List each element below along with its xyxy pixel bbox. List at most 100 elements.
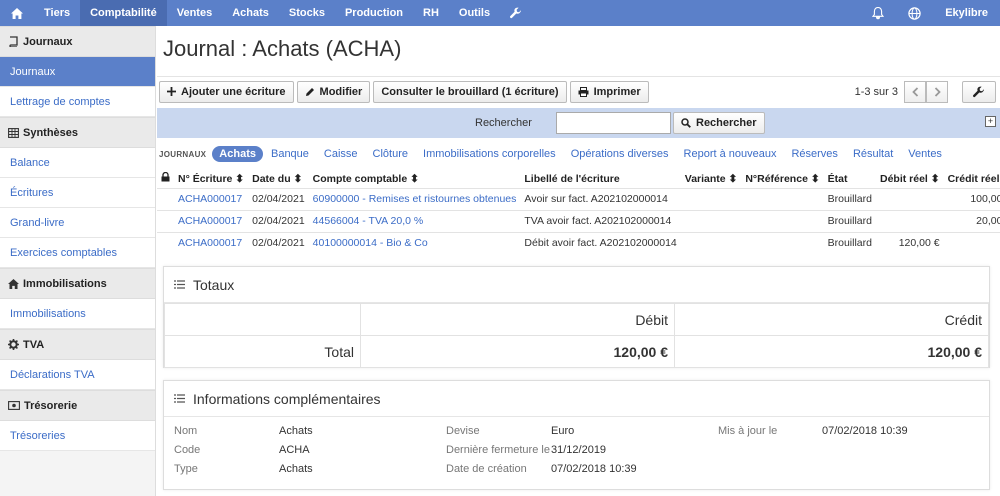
sidebar-item-declarations-tva[interactable]: Déclarations TVA (0, 360, 155, 390)
col-state: État (824, 170, 876, 188)
row-lock-cell (157, 187, 174, 210)
nav-production[interactable]: Production (335, 0, 413, 26)
main-content: Journal : Achats (ACHA) Ajouter une écri… (157, 26, 1000, 496)
info-nom-label: Nom (174, 425, 198, 437)
col-credit[interactable]: Crédit réel ⬍ (944, 170, 1000, 188)
info-panel: Informations complémentaires Nom Achats … (163, 380, 990, 490)
entry-state: Brouillard (823, 231, 876, 254)
col-state-label: État (827, 172, 848, 185)
info-code-label: Code (174, 444, 201, 456)
entry-number-link[interactable]: ACHA000017 (174, 209, 249, 232)
info-devise-value: Euro (551, 425, 575, 437)
col-credit-label: Crédit réel (947, 172, 1000, 185)
chevron-right-icon[interactable] (926, 81, 948, 103)
totals-credit-header: Crédit (674, 303, 989, 336)
nav-outils[interactable]: Outils (449, 0, 500, 26)
entry-state: Brouillard (823, 209, 876, 232)
entry-number-link[interactable]: ACHA000017 (174, 231, 249, 254)
sidebar-item-ecritures[interactable]: Écritures (0, 178, 155, 208)
entry-account-link[interactable]: 60900000 - Remises et ristournes obtenue… (308, 187, 521, 210)
sidebar-section-tresorerie: Trésorerie (0, 390, 155, 421)
home-icon[interactable] (0, 0, 34, 26)
info-maj-label: Mis à jour le (718, 425, 778, 437)
nav-ventes[interactable]: Ventes (167, 0, 222, 26)
entry-debit: 120,00 € (875, 231, 944, 254)
table-row: ACHA000017 02/04/2021 40100000014 - Bio … (157, 231, 1000, 254)
edit-button[interactable]: Modifier (296, 80, 371, 103)
nav-rh[interactable]: RH (413, 0, 449, 26)
nav-achats[interactable]: Achats (222, 0, 279, 26)
tab-reserves[interactable]: Réserves (784, 146, 844, 162)
sidebar-section-immobilisations: Immobilisations (0, 268, 155, 299)
sidebar-item-journaux[interactable]: Journaux (0, 57, 155, 87)
globe-icon[interactable] (896, 0, 933, 26)
sidebar-section-title: Immobilisations (23, 277, 107, 290)
chevron-left-icon[interactable] (904, 81, 926, 103)
sidebar-item-balance[interactable]: Balance (0, 148, 155, 178)
nav-comptabilite[interactable]: Comptabilité (80, 0, 167, 26)
settings-wrench-button[interactable] (962, 81, 996, 103)
col-label: Libellé de l'écriture (520, 170, 680, 188)
wrench-icon[interactable] (500, 0, 532, 26)
col-date[interactable]: Date du ⬍ (248, 170, 309, 188)
entry-account-link[interactable]: 44566004 - TVA 20,0 % (308, 209, 521, 232)
entry-variant (680, 187, 742, 210)
entry-date: 02/04/2021 (248, 209, 309, 232)
entries-table: N° Écriture ⬍ Date du ⬍ Compte comptable… (157, 170, 1000, 254)
gear-icon (8, 339, 19, 350)
tab-report-a-nouveaux[interactable]: Report à nouveaux (677, 146, 784, 162)
add-entry-button[interactable]: Ajouter une écriture (159, 80, 294, 103)
tab-resultat[interactable]: Résultat (846, 146, 900, 162)
plus-icon (167, 87, 176, 96)
search-input[interactable] (556, 112, 671, 134)
sidebar: Journaux Journaux Lettrage de comptes Sy… (0, 26, 156, 496)
search-label: Rechercher (475, 117, 532, 129)
user-menu[interactable]: Ekylibre (933, 0, 1000, 26)
info-devise-label: Devise (446, 425, 480, 437)
pager-count: 1-3 sur 3 (854, 86, 898, 98)
sidebar-section-title: TVA (23, 338, 45, 351)
view-draft-button[interactable]: Consulter le brouillard (1 écriture) (373, 80, 567, 103)
sidebar-item-tresoreries[interactable]: Trésoreries (0, 421, 155, 451)
table-header-row: N° Écriture ⬍ Date du ⬍ Compte comptable… (157, 170, 1000, 188)
search-button[interactable]: Rechercher (673, 112, 765, 134)
tab-cloture[interactable]: Clôture (366, 146, 415, 162)
col-account[interactable]: Compte comptable ⬍ (309, 170, 521, 188)
entry-account-link[interactable]: 40100000014 - Bio & Co (308, 231, 521, 254)
bell-icon[interactable] (860, 0, 896, 26)
info-type-label: Type (174, 463, 198, 475)
entry-label: Débit avoir fact. A202102000014 (520, 231, 681, 254)
col-variant[interactable]: Variante ⬍ (681, 170, 742, 188)
tab-caisse[interactable]: Caisse (317, 146, 365, 162)
info-header[interactable]: Informations complémentaires (164, 381, 989, 417)
sidebar-item-immobilisations[interactable]: Immobilisations (0, 299, 155, 329)
entry-label: Avoir sur fact. A202102000014 (520, 187, 681, 210)
nav-stocks[interactable]: Stocks (279, 0, 335, 26)
info-fermeture-label: Dernière fermeture le (446, 444, 550, 456)
sidebar-item-lettrage[interactable]: Lettrage de comptes (0, 87, 155, 117)
col-reference[interactable]: N°Référence ⬍ (741, 170, 823, 188)
entry-credit: 20,00 € (943, 209, 1000, 232)
expand-search-icon[interactable]: + (985, 116, 996, 127)
col-debit[interactable]: Débit réel ⬍ (876, 170, 944, 188)
wrench-icon (973, 86, 985, 98)
entry-debit (875, 209, 944, 232)
list-icon (174, 394, 185, 403)
tab-immobilisations-corporelles[interactable]: Immobilisations corporelles (416, 146, 563, 162)
nav-tiers[interactable]: Tiers (34, 0, 80, 26)
row-lock-cell (157, 209, 174, 232)
print-button[interactable]: Imprimer (569, 80, 649, 103)
tab-operations-diverses[interactable]: Opérations diverses (564, 146, 676, 162)
sidebar-item-grand-livre[interactable]: Grand-livre (0, 208, 155, 238)
info-fermeture-value: 31/12/2019 (551, 444, 607, 456)
print-label: Imprimer (593, 85, 641, 98)
tab-banque[interactable]: Banque (264, 146, 316, 162)
info-creation-value: 07/02/2018 10:39 (551, 463, 637, 475)
tab-achats[interactable]: Achats (212, 146, 263, 162)
tab-ventes[interactable]: Ventes (901, 146, 949, 162)
sidebar-item-exercices[interactable]: Exercices comptables (0, 238, 155, 268)
entry-number-link[interactable]: ACHA000017 (174, 187, 249, 210)
col-number[interactable]: N° Écriture ⬍ (174, 170, 248, 188)
info-creation-label: Date de création (446, 463, 527, 475)
totals-header[interactable]: Totaux (164, 267, 989, 303)
